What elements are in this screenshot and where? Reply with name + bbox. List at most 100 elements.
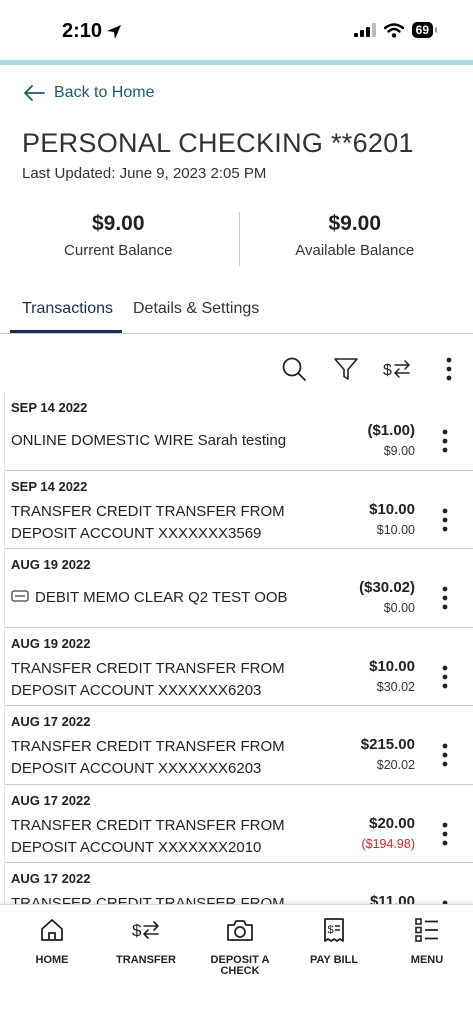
battery-icon: 69 [411,22,438,38]
nav-deposit-check-label: DEPOSIT A CHECK [210,954,270,977]
transaction-description-line2: DEPOSIT ACCOUNT XXXXXXX2010 [11,838,262,856]
transaction-description: ONLINE DOMESTIC WIRE Sarah testing [11,430,341,452]
transaction-more-button[interactable] [435,505,455,535]
transaction-list[interactable]: SEP 14 2022 ONLINE DOMESTIC WIRE Sarah t… [4,392,473,904]
status-time: 2:10 [62,20,122,43]
transfer-sort-icon: $ [383,360,410,379]
transaction-date: AUG 19 2022 [11,557,91,572]
transaction-description-line1: TRANSFER CREDIT TRANSFER FROM [11,502,285,520]
transaction-more-button[interactable] [435,662,455,692]
nav-menu-label: MENU [410,954,444,966]
transaction-more-button[interactable] [435,897,455,904]
transaction-row[interactable]: SEP 14 2022 ONLINE DOMESTIC WIRE Sarah t… [5,392,473,471]
account-title: PERSONAL CHECKING **6201 [22,128,414,158]
transaction-description: TRANSFER CREDIT TRANSFER FROM DEPOSIT ACC… [11,736,341,780]
svg-text:$: $ [328,924,334,936]
transaction-description-line2: DEPOSIT ACCOUNT XXXXXXX6203 [11,760,262,777]
transaction-running-balance: $9.00 [383,444,415,458]
available-balance-amount: $9.00 [328,212,382,235]
tab-details-settings[interactable]: Details & Settings [133,300,259,318]
transaction-date: AUG 17 2022 [11,792,91,808]
transaction-row[interactable]: AUG 17 2022 TRANSFER CREDIT TRANSFER FRO… [5,863,473,904]
transaction-date: AUG 17 2022 [11,871,91,886]
back-to-home-link[interactable]: Back to Home [22,84,154,102]
balance-summary: $9.00 Current Balance $9.00 Available Ba… [0,212,473,266]
bottom-navigation: HOME $ TRANSFER DEPOSIT A CHECK $ PAY BI… [0,904,473,1024]
transaction-amount: ($1.00) [367,422,415,439]
search-button[interactable] [279,354,309,384]
transaction-row[interactable]: AUG 19 2022 TRANSFER CREDIT TRANSFER FRO… [5,628,473,706]
nav-transfer[interactable]: $ TRANSFER [99,915,193,966]
more-vertical-icon [442,429,448,453]
balance-divider [239,212,240,266]
transaction-description-line2: DEPOSIT ACCOUNT XXXXXXX3569 [11,524,262,542]
current-balance-amount: $9.00 [91,212,145,235]
home-icon [41,919,63,941]
transaction-more-button[interactable] [435,819,455,849]
nav-deposit-check[interactable]: DEPOSIT A CHECK [193,915,287,977]
transaction-date: AUG 17 2022 [11,714,91,729]
transaction-amount: $10.00 [369,500,415,518]
filter-button[interactable] [331,354,361,384]
nav-transfer-label: TRANSFER [116,954,176,966]
transaction-amount: ($30.02) [359,579,415,596]
svg-text:$: $ [383,362,392,379]
wifi-icon [383,22,404,38]
transaction-running-balance: $0.00 [383,601,415,615]
transaction-description-line1: TRANSFER CREDIT TRANSFER FROM [11,659,285,677]
transaction-description: TRANSFER CREDIT TRANSFER FROM DEPOSIT ACC… [11,815,341,859]
nav-pay-bill[interactable]: $ PAY BILL [287,915,381,966]
back-to-home-label: Back to Home [54,84,155,101]
transaction-row[interactable]: AUG 17 2022 TRANSFER CREDIT TRANSFER FRO… [5,785,473,863]
arrow-left-icon [24,85,45,101]
transaction-row[interactable]: AUG 17 2022 TRANSFER CREDIT TRANSFER FRO… [5,706,473,785]
svg-text:$: $ [132,921,142,940]
more-vertical-icon [442,508,448,531]
account-tabs: Transactions Details & Settings [0,290,473,334]
transaction-row[interactable]: SEP 14 2022 TRANSFER CREDIT TRANSFER FRO… [5,471,473,549]
more-vertical-icon [442,743,448,767]
transaction-description-line2: DEPOSIT ACCOUNT XXXXXXX6203 [11,681,262,699]
current-balance: $9.00 Current Balance [0,212,237,266]
nav-home[interactable]: HOME [5,915,99,966]
current-balance-label: Current Balance [64,242,173,259]
bill-icon: $ [324,918,344,942]
location-arrow-icon [107,24,122,39]
header-accent-band [0,60,473,65]
status-bar: 2:10 69 [0,0,473,62]
transaction-description: TRANSFER CREDIT TRANSFER FROM DEPOSIT ACC… [11,501,341,545]
transaction-more-button[interactable] [435,583,455,613]
status-time-text: 2:10 [62,20,103,42]
nav-home-label: HOME [35,954,69,966]
filter-icon [334,358,358,380]
transfer-icon: $ [132,921,159,940]
transaction-amount: $215.00 [360,736,415,753]
transfer-sort-button[interactable]: $ [382,354,412,384]
nav-menu[interactable]: MENU [380,915,473,966]
tab-transactions[interactable]: Transactions [22,300,113,318]
transaction-description-line1: TRANSFER CREDIT TRANSFER FROM [11,816,285,834]
transaction-date: SEP 14 2022 [11,400,88,415]
nav-pay-bill-label: PAY BILL [309,954,359,966]
transaction-date: SEP 14 2022 [11,478,88,494]
transaction-amount: $11.00 [369,893,415,904]
available-balance: $9.00 Available Balance [237,212,473,266]
status-indicators: 69 [353,22,438,38]
more-vertical-icon [446,357,452,381]
transaction-running-balance: $10.00 [376,522,415,537]
transaction-amount: $10.00 [369,657,415,675]
more-vertical-icon [442,665,448,688]
more-vertical-icon [442,586,448,610]
transaction-row[interactable]: AUG 19 2022 DEBIT MEMO CLEAR Q2 TEST OOB… [5,549,473,628]
transaction-description: DEBIT MEMO CLEAR Q2 TEST OOB [11,587,341,609]
transaction-more-button[interactable] [435,426,455,456]
menu-list-icon [415,918,438,942]
cellular-signal-icon [353,23,376,37]
transaction-description: TRANSFER CREDIT TRANSFER FROM [11,893,341,904]
transaction-description: TRANSFER CREDIT TRANSFER FROM DEPOSIT ACC… [11,658,341,702]
last-updated-text: Last Updated: June 9, 2023 2:05 PM [22,165,267,182]
more-options-button[interactable] [434,354,464,384]
memo-icon [11,587,29,609]
transaction-description-line1: ONLINE DOMESTIC WIRE Sarah testing [11,432,287,449]
transaction-more-button[interactable] [435,740,455,770]
